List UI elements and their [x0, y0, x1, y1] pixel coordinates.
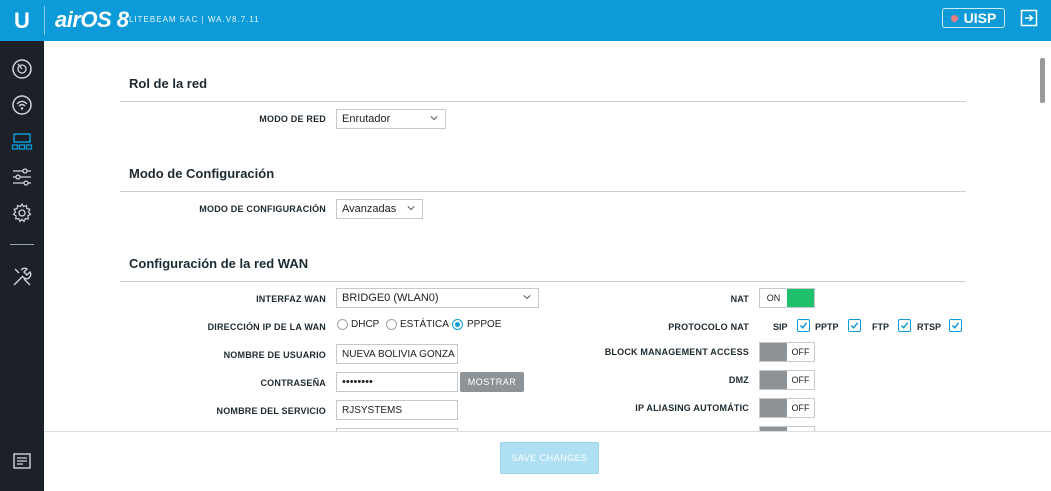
- sidebar-item-services[interactable]: [10, 165, 34, 189]
- nat-toggle-state: ON: [760, 289, 787, 307]
- network-icon: [11, 133, 33, 150]
- radio-pppoe[interactable]: [452, 319, 463, 330]
- main-content: [44, 41, 1051, 431]
- network-mode-label: MODO DE RED: [259, 114, 326, 124]
- ip-alias-label: IP ALIASING AUTOMÁTIC: [635, 403, 749, 413]
- toggle-on-fill: [787, 289, 814, 307]
- device-info: LITEBEAM 5AC | WA.V8.7.11: [129, 15, 260, 24]
- check-icon: [951, 322, 960, 329]
- nat-protocol-rtsp-checkbox[interactable]: [949, 319, 962, 332]
- section-divider: [120, 101, 966, 102]
- chevron-down-icon: [407, 206, 415, 211]
- section-title-config-mode: Modo de Configuración: [129, 166, 275, 181]
- wan-ip-label: DIRECCIÓN IP DE LA WAN: [207, 322, 326, 332]
- network-mode-select[interactable]: Enrutador: [336, 109, 446, 129]
- logo-text: U: [14, 7, 30, 33]
- toggle-off-fill: [760, 343, 787, 361]
- network-mode-value: Enrutador: [342, 113, 391, 125]
- config-mode-value: Avanzadas: [342, 203, 397, 215]
- sliders-icon: [13, 168, 31, 186]
- sidebar-item-wireless[interactable]: [10, 93, 34, 117]
- radio-static[interactable]: [386, 319, 397, 330]
- block-mgmt-toggle-state: OFF: [787, 343, 814, 361]
- password-input[interactable]: ••••••••: [336, 372, 458, 392]
- wireless-icon: [12, 95, 32, 115]
- gear-icon: [12, 202, 32, 223]
- chevron-down-icon: [430, 116, 438, 121]
- nat-protocol-label: PROTOCOLO NAT: [668, 322, 749, 332]
- username-label: NOMBRE DE USUARIO: [223, 350, 326, 360]
- nat-protocol-pptp-label: PPTP: [815, 322, 839, 332]
- check-icon: [799, 322, 808, 329]
- ubiquiti-logo[interactable]: U: [0, 0, 44, 41]
- nat-protocol-ftp-label: FTP: [872, 322, 889, 332]
- sidebar: [0, 41, 44, 491]
- section-divider: [120, 191, 966, 192]
- sidebar-item-system[interactable]: [10, 201, 34, 225]
- dmz-toggle-state: OFF: [787, 371, 814, 389]
- block-mgmt-label: BLOCK MANAGEMENT ACCESS: [604, 347, 749, 357]
- uisp-button[interactable]: UISP: [942, 8, 1005, 28]
- chevron-down-icon: [523, 295, 531, 300]
- service-name-label: NOMBRE DEL SERVICIO: [216, 406, 326, 416]
- block-mgmt-toggle[interactable]: OFF: [759, 342, 815, 362]
- sidebar-item-dashboard[interactable]: [10, 57, 34, 81]
- section-title-network-role: Rol de la red: [129, 76, 208, 91]
- ip-alias-toggle-state: OFF: [787, 399, 814, 417]
- uisp-status-dot: [950, 14, 958, 22]
- scrollbar-thumb[interactable]: [1040, 58, 1045, 103]
- top-bar: U airOS 8 LITEBEAM 5AC | WA.V8.7.11 UISP: [0, 0, 1051, 41]
- ip-alias-toggle[interactable]: OFF: [759, 398, 815, 418]
- dmz-label: DMZ: [728, 375, 749, 385]
- radio-dhcp[interactable]: [337, 319, 348, 330]
- section-divider: [120, 281, 966, 282]
- toggle-off-fill: [760, 371, 787, 389]
- wan-interface-label: INTERFAZ WAN: [256, 294, 326, 304]
- nat-protocol-pptp-checkbox[interactable]: [848, 319, 861, 332]
- nat-label: NAT: [730, 294, 749, 304]
- nat-protocol-ftp-checkbox[interactable]: [898, 319, 911, 332]
- config-mode-select[interactable]: Avanzadas: [336, 199, 423, 219]
- config-mode-label: MODO DE CONFIGURACIÓN: [199, 204, 326, 214]
- gauge-icon: [12, 59, 32, 79]
- header-divider: [44, 6, 45, 35]
- radio-static-label: ESTÁTICA: [400, 319, 449, 330]
- service-name-input[interactable]: RJSYSTEMS: [336, 400, 458, 420]
- check-icon: [850, 322, 859, 329]
- wan-interface-value: BRIDGE0 (WLAN0): [342, 292, 439, 304]
- brand-title: airOS 8: [55, 7, 129, 32]
- sidebar-item-log[interactable]: [10, 449, 34, 473]
- radio-pppoe-label: PPPOE: [467, 319, 502, 330]
- toggle-off-fill: [760, 399, 787, 417]
- username-input[interactable]: NUEVA BOLIVIA GONZA: [336, 344, 458, 364]
- check-icon: [900, 322, 909, 329]
- show-password-button[interactable]: MOSTRAR: [460, 372, 524, 392]
- dmz-toggle[interactable]: OFF: [759, 370, 815, 390]
- nat-protocol-sip-checkbox[interactable]: [797, 319, 810, 332]
- password-label: CONTRASEÑA: [260, 378, 326, 388]
- sidebar-item-network[interactable]: [10, 129, 34, 153]
- sidebar-separator: [10, 244, 34, 245]
- sidebar-item-tools[interactable]: [10, 265, 34, 289]
- wan-interface-select[interactable]: BRIDGE0 (WLAN0): [336, 288, 539, 308]
- save-changes-button[interactable]: SAVE CHANGES: [500, 442, 599, 474]
- uisp-label: UISP: [963, 10, 997, 26]
- tools-icon: [13, 267, 32, 286]
- nat-toggle[interactable]: ON: [759, 288, 815, 308]
- section-title-wan: Configuración de la red WAN: [129, 256, 309, 271]
- nat-protocol-sip-label: SIP: [773, 322, 788, 332]
- log-icon: [13, 453, 31, 469]
- nat-protocol-rtsp-label: RTSP: [917, 322, 942, 332]
- radio-dhcp-label: DHCP: [351, 319, 380, 330]
- logout-icon[interactable]: [1020, 9, 1038, 27]
